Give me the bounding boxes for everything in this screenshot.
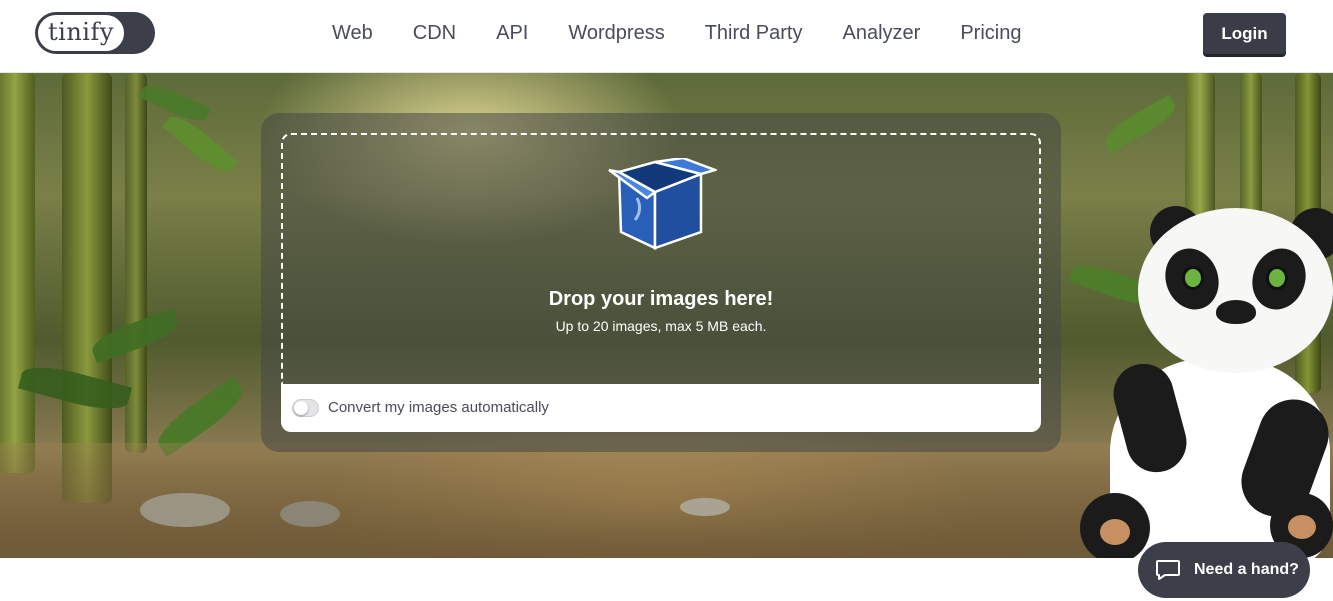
- panda-nose: [1216, 300, 1256, 324]
- convert-label: Convert my images automatically: [328, 399, 549, 416]
- panda-foot: [1080, 493, 1150, 558]
- site-header: tinify Web CDN API Wordpress Third Party…: [0, 0, 1333, 73]
- panda-eye: [1182, 266, 1204, 290]
- nav-pricing[interactable]: Pricing: [960, 22, 1021, 46]
- logo-text: tinify: [48, 18, 114, 46]
- nav-web[interactable]: Web: [332, 22, 373, 46]
- paw-pad: [1100, 519, 1130, 545]
- rock: [280, 501, 340, 527]
- tinify-logo[interactable]: tinify: [35, 12, 155, 54]
- nav-analyzer[interactable]: Analyzer: [843, 22, 921, 46]
- help-label: Need a hand?: [1194, 561, 1299, 578]
- panda-mascot: [1080, 206, 1333, 558]
- nav-third-party[interactable]: Third Party: [705, 22, 803, 46]
- login-button[interactable]: Login: [1203, 13, 1286, 54]
- rock: [140, 493, 230, 527]
- nav-cdn[interactable]: CDN: [413, 22, 456, 46]
- bamboo-stalk: [62, 73, 112, 503]
- bamboo-stalk: [0, 73, 35, 473]
- paw-pad: [1288, 515, 1316, 539]
- rock: [680, 498, 730, 516]
- nav-api[interactable]: API: [496, 22, 528, 46]
- convert-options-bar: Convert my images automatically: [281, 384, 1041, 432]
- dropzone-subtitle: Up to 20 images, max 5 MB each.: [555, 318, 767, 334]
- nav-wordpress[interactable]: Wordpress: [568, 22, 664, 46]
- logo-pill: tinify: [37, 14, 125, 52]
- chat-bubble-icon: [1156, 560, 1180, 580]
- main-nav: Web CDN API Wordpress Third Party Analyz…: [332, 22, 1021, 46]
- dropzone-title: Drop your images here!: [548, 288, 774, 310]
- toggle-knob: [294, 401, 308, 415]
- panda-eye: [1266, 266, 1288, 290]
- convert-toggle[interactable]: [292, 399, 319, 417]
- bamboo-leaf: [1099, 94, 1181, 154]
- need-help-button[interactable]: Need a hand?: [1138, 542, 1310, 598]
- box-icon: [608, 158, 717, 250]
- panda-head: [1138, 208, 1333, 373]
